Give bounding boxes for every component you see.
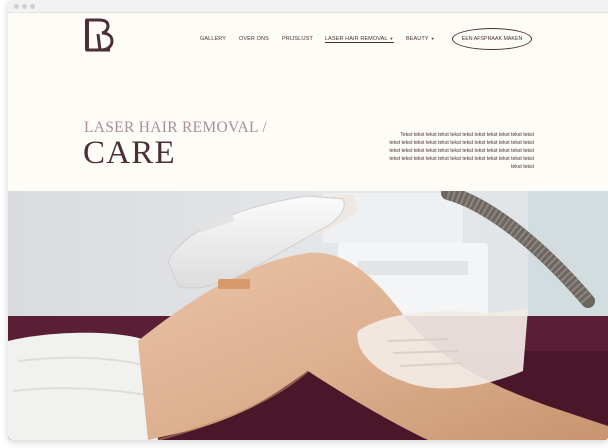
window-control-dot[interactable] <box>30 4 35 9</box>
chevron-down-icon: ▼ <box>389 36 394 41</box>
nav-item-gallery[interactable]: GALLERY <box>200 36 226 42</box>
browser-window: GALLERY OVER ONS PRIJSLIJST LASER HAIR R… <box>8 0 608 440</box>
hero-photo <box>8 191 608 440</box>
nav-item-label: GALLERY <box>200 36 226 42</box>
hero-title: CARE <box>83 135 176 171</box>
nav-item-laser-hair-removal[interactable]: LASER HAIR REMOVAL ▼ <box>325 36 394 43</box>
window-titlebar <box>8 0 608 13</box>
window-control-dot[interactable] <box>14 4 19 9</box>
nav-item-label: PRIJSLIJST <box>282 36 313 42</box>
nav-item-over-ons[interactable]: OVER ONS <box>239 36 269 42</box>
nav-item-label: BEAUTY <box>406 36 429 42</box>
chevron-down-icon: ▼ <box>430 36 435 41</box>
nav-item-beauty[interactable]: BEAUTY ▼ <box>406 36 435 42</box>
site-logo[interactable] <box>84 16 114 52</box>
nav-item-prijslijst[interactable]: PRIJSLIJST <box>282 36 313 42</box>
book-appointment-button[interactable]: EEN AFSPRAAK MAKEN <box>452 28 532 50</box>
window-control-dot[interactable] <box>22 4 27 9</box>
hero-body-text: Tekst tekst tekst tekst tekst tekst teks… <box>389 132 534 171</box>
nav-item-label: LASER HAIR REMOVAL <box>325 36 388 42</box>
nav-item-label: OVER ONS <box>239 36 269 42</box>
